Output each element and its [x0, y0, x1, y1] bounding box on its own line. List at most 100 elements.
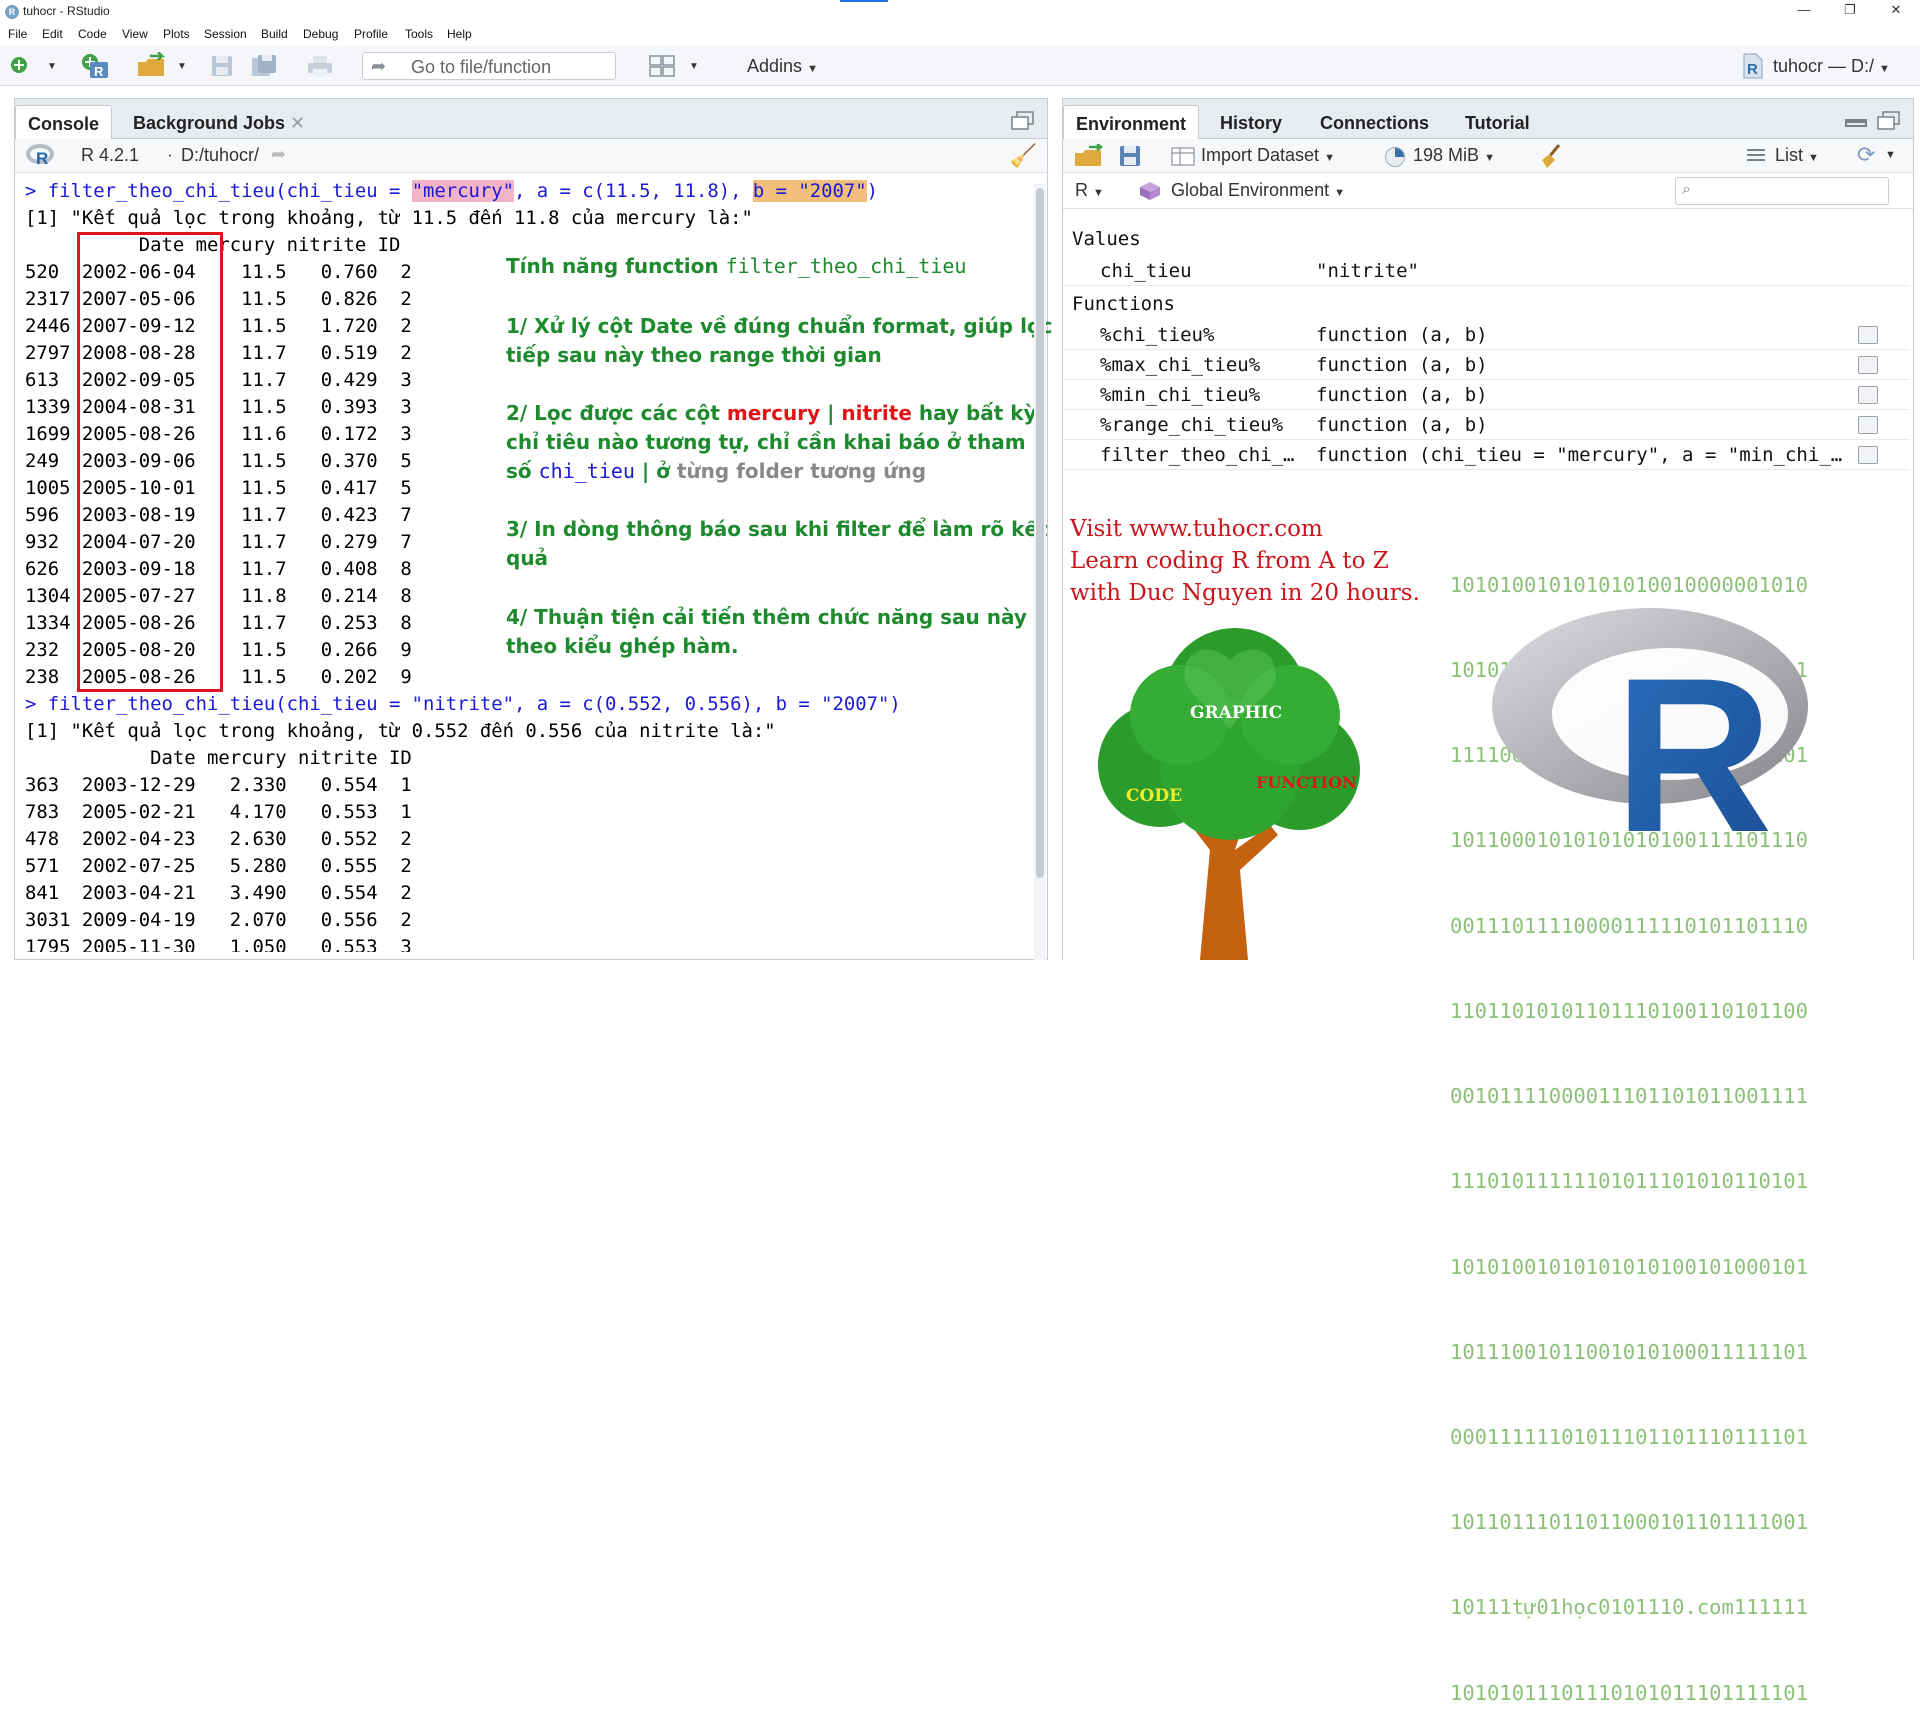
console-subbar: R R 4.2.1 · D:/tuhocr/ ➦ 🧹	[15, 139, 1047, 173]
memory-usage-button[interactable]: 198 MiB ▼	[1413, 145, 1495, 166]
chevron-down-icon: ▼	[807, 63, 818, 75]
table-row: 783 2005-02-21 4.170 0.553 1	[25, 801, 412, 823]
memory-usage-label: 198 MiB	[1413, 145, 1480, 165]
import-dataset-button[interactable]: Import Dataset ▼	[1201, 145, 1335, 166]
tab-background-jobs-label: Background Jobs	[133, 113, 286, 133]
view-source-icon[interactable]	[1858, 356, 1878, 374]
close-button[interactable]: ✕	[1873, 0, 1919, 22]
env-row-name: filter_theo_chi_tieu	[1100, 444, 1300, 466]
chevron-down-icon[interactable]: ▼	[46, 60, 58, 72]
env-function-row[interactable]: %max_chi_tieu% function (a, b)	[1064, 350, 1910, 380]
minimize-pane-icon[interactable]	[1845, 119, 1867, 127]
new-file-icon[interactable]	[8, 54, 30, 76]
separator-dot: ·	[167, 145, 173, 164]
table-import-icon[interactable]	[1171, 145, 1195, 167]
annotation-point-1: 1/ Xử lý cột Date về đúng chuẩn format, …	[506, 314, 1052, 367]
save-workspace-icon[interactable]	[1119, 145, 1141, 167]
grid-layout-icon[interactable]	[648, 54, 676, 78]
clear-console-icon[interactable]: 🧹	[1010, 143, 1037, 169]
view-source-icon[interactable]	[1858, 416, 1878, 434]
menu-view[interactable]: View	[122, 27, 148, 41]
tab-tutorial[interactable]: Tutorial	[1453, 105, 1542, 139]
tree-illustration: GRAPHIC CODE FUNCTION	[1070, 620, 1390, 960]
load-workspace-icon[interactable]	[1073, 143, 1107, 168]
import-dataset-label: Import Dataset	[1201, 145, 1320, 165]
menu-session[interactable]: Session	[204, 27, 247, 41]
menu-debug[interactable]: Debug	[303, 27, 338, 41]
maximize-pane-icon[interactable]	[1877, 111, 1901, 131]
goto-file-input[interactable]: ➦ Go to file/function	[362, 52, 616, 80]
env-row-value: function (a, b)	[1316, 384, 1488, 406]
annotation-title-text: Tính năng function	[506, 254, 726, 278]
view-mode-button[interactable]: List ▼	[1775, 145, 1819, 166]
view-source-icon[interactable]	[1858, 446, 1878, 464]
tab-connections[interactable]: Connections	[1308, 105, 1441, 139]
r-logo-letter: R	[1614, 632, 1773, 846]
env-value-row[interactable]: chi_tieu "nitrite"	[1064, 256, 1910, 286]
broom-icon[interactable]	[1537, 142, 1565, 170]
menu-build[interactable]: Build	[261, 27, 288, 41]
env-function-row[interactable]: filter_theo_chi_tieu function (chi_tieu …	[1064, 440, 1910, 470]
main-toolbar: ▼ R ▼ ➦ Go to file/function ▼ Addins ▼ R…	[0, 46, 1920, 86]
env-function-row[interactable]: %chi_tieu% function (a, b)	[1064, 320, 1910, 350]
annotation-p2-a: 2/ Lọc được các cột	[506, 401, 727, 425]
env-function-row[interactable]: %range_chi_tieu% function (a, b)	[1064, 410, 1910, 440]
binary-line: 00011111101011101101110111101	[1450, 1425, 1808, 1449]
menu-edit[interactable]: Edit	[42, 27, 63, 41]
open-file-icon[interactable]	[136, 52, 170, 80]
promo-line-1: Visit www.tuhocr.com	[1070, 516, 1323, 542]
view-source-icon[interactable]	[1858, 386, 1878, 404]
maximize-pane-icon[interactable]	[1011, 111, 1035, 131]
console-output[interactable]: > filter_theo_chi_tieu(chi_tieu = "mercu…	[12, 176, 1052, 952]
command-line-2: > filter_theo_chi_tieu(chi_tieu = "nitri…	[25, 693, 901, 715]
menu-code[interactable]: Code	[78, 27, 107, 41]
tree-label-code: CODE	[1126, 786, 1182, 806]
menu-help[interactable]: Help	[447, 27, 472, 41]
menu-tools[interactable]: Tools	[405, 27, 433, 41]
print-icon[interactable]	[306, 54, 334, 78]
environment-toolbar: Import Dataset ▼ 198 MiB ▼ List ▼ ⟳ ▼	[1063, 139, 1913, 173]
tab-history[interactable]: History	[1208, 105, 1294, 139]
project-menu[interactable]: tuhocr — D:/ ▼	[1773, 56, 1890, 77]
env-function-row[interactable]: %min_chi_tieu% function (a, b)	[1064, 380, 1910, 410]
save-icon[interactable]	[210, 54, 234, 78]
scrollbar-thumb[interactable]	[1036, 188, 1044, 878]
env-row-value: function (chi_tieu = "mercury", a = "min…	[1316, 444, 1846, 466]
tab-console[interactable]: Console	[15, 105, 113, 139]
svg-text:R: R	[36, 149, 48, 168]
binary-line: 11011010101101110100110101100	[1450, 998, 1808, 1023]
menu-profile[interactable]: Profile	[354, 27, 388, 41]
chevron-down-icon[interactable]: ▼	[176, 60, 188, 72]
chevron-down-icon[interactable]: ▼	[688, 60, 700, 72]
tab-background-jobs[interactable]: Background Jobs ✕	[121, 105, 317, 139]
goto-dir-icon[interactable]: ➦	[271, 144, 286, 165]
binary-line: 11101011111101011101010110101	[1450, 1169, 1808, 1194]
language-select[interactable]: R ▼	[1075, 180, 1104, 201]
binary-line: 10101011101110101011101111101	[1450, 1680, 1808, 1705]
env-row-name: %range_chi_tieu%	[1100, 414, 1284, 436]
minimize-button[interactable]: —	[1781, 0, 1827, 22]
save-all-icon[interactable]	[250, 54, 280, 78]
memory-usage-icon[interactable]	[1385, 147, 1405, 167]
restore-button[interactable]: ❐	[1827, 0, 1873, 22]
table-row: 841 2003-04-21 3.490 0.554 2	[25, 882, 412, 904]
close-icon[interactable]: ✕	[290, 113, 305, 133]
r-logo-icon: R	[25, 142, 55, 168]
chevron-down-icon[interactable]: ▼	[1885, 149, 1896, 161]
table-row: 478 2002-04-23 2.630 0.552 2	[25, 828, 412, 850]
chevron-down-icon: ▼	[1484, 152, 1495, 164]
view-source-icon[interactable]	[1858, 326, 1878, 344]
promo-line-2: Learn coding R from A to Z	[1070, 548, 1389, 574]
menu-file[interactable]: File	[8, 27, 27, 41]
menu-plots[interactable]: Plots	[163, 27, 190, 41]
environment-search-input[interactable]: ⌕	[1675, 177, 1889, 205]
menu-bar: File Edit Code View Plots Session Build …	[0, 24, 1920, 46]
values-section-header: Values	[1072, 228, 1141, 250]
env-row-value: function (a, b)	[1316, 414, 1488, 436]
new-project-icon[interactable]: R	[80, 52, 110, 80]
scope-select[interactable]: Global Environment ▼	[1171, 180, 1345, 201]
tab-environment[interactable]: Environment	[1063, 105, 1200, 139]
addins-menu[interactable]: Addins ▼	[747, 56, 818, 77]
console-scrollbar[interactable]	[1034, 184, 1046, 960]
refresh-icon[interactable]: ⟳	[1857, 142, 1875, 168]
